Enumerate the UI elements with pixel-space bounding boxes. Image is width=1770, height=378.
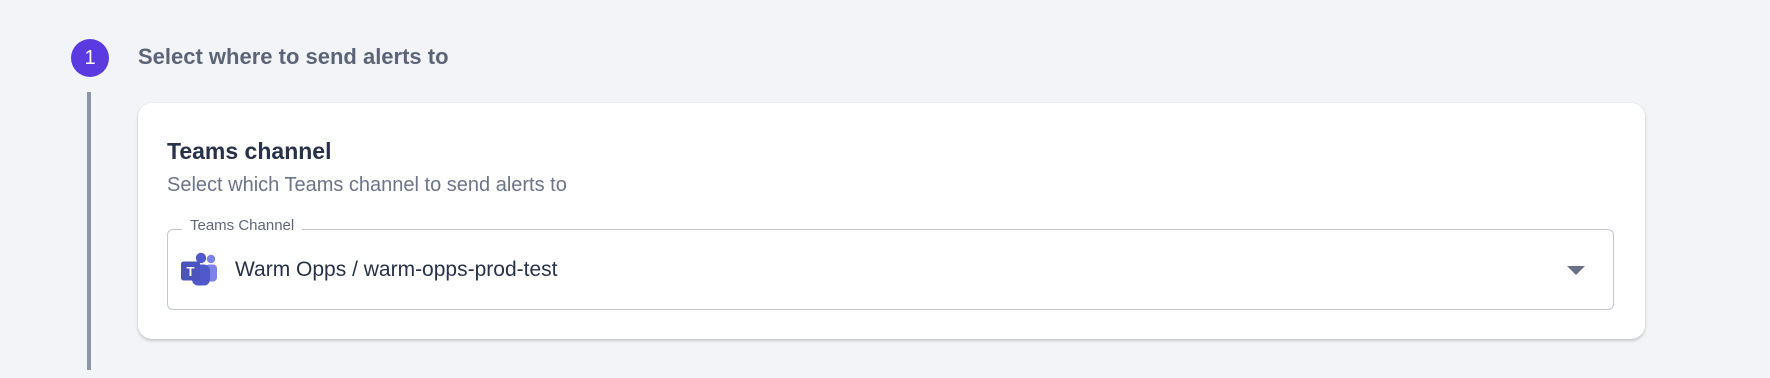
step-title: Select where to send alerts to [138, 44, 449, 69]
card-title: Teams channel [167, 138, 332, 164]
microsoft-teams-icon: T [181, 252, 217, 286]
card-subtitle: Select which Teams channel to send alert… [167, 174, 567, 196]
teams-channel-select[interactable]: Teams Channel T Warm Opps / warm-opps-pr… [167, 217, 1614, 310]
step-number-badge: 1 [71, 39, 109, 77]
teams-channel-label: Teams Channel [182, 217, 303, 234]
teams-channel-card: Teams channel Select which Teams channel… [138, 103, 1645, 339]
step-number: 1 [84, 46, 96, 69]
chevron-down-icon[interactable] [1567, 266, 1585, 275]
selected-channel: Warm Opps / warm-opps-prod-test [235, 258, 558, 281]
step-connector-line [87, 92, 91, 370]
svg-text:T: T [187, 264, 195, 279]
